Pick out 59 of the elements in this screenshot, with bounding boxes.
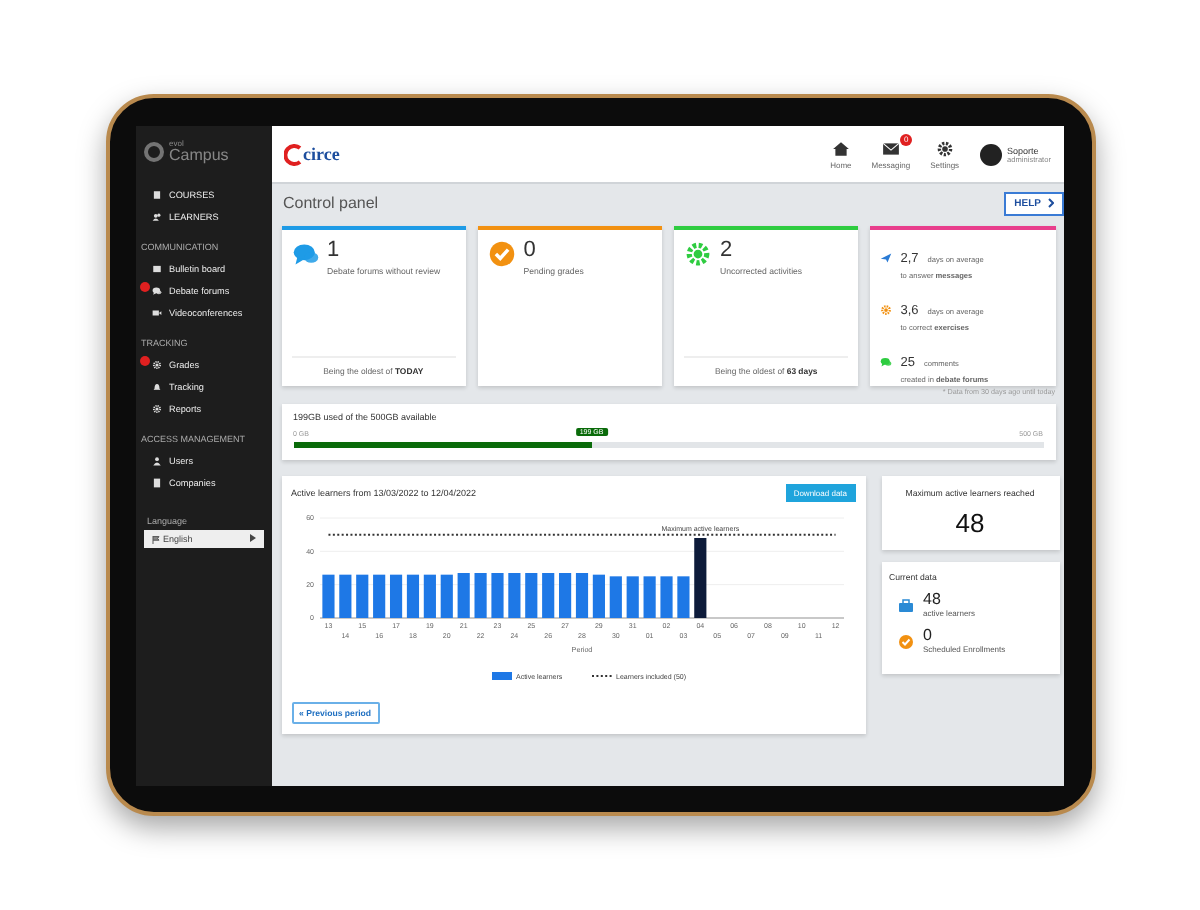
stat-value: 0	[523, 240, 538, 262]
chart-bar	[625, 576, 638, 618]
flag-icon	[151, 535, 159, 543]
chart-bar	[338, 574, 351, 618]
chart-bar	[422, 574, 435, 618]
stat-value: 1	[327, 240, 342, 262]
chart-bar	[676, 576, 689, 618]
doc-icon	[151, 478, 161, 488]
logo-icon	[283, 143, 301, 165]
chart-bar	[490, 573, 503, 618]
logo-icon	[143, 141, 163, 161]
board-icon	[151, 264, 161, 274]
gear-icon	[151, 360, 161, 370]
home-icon	[831, 139, 850, 157]
max-value: 48	[953, 508, 987, 538]
current-value: 48	[923, 592, 943, 608]
caret-icon	[249, 534, 255, 542]
chart-bar	[372, 574, 385, 618]
video-icon	[151, 308, 161, 318]
current-value: 0	[923, 628, 934, 644]
chat-icon	[151, 286, 161, 296]
plane-icon	[880, 252, 893, 264]
page-title: Control panel	[283, 194, 379, 212]
gear-icon	[684, 240, 712, 268]
gear-icon	[935, 139, 954, 157]
users-icon	[151, 212, 161, 222]
chart-bar	[541, 573, 554, 618]
chart-bar	[507, 573, 520, 618]
briefcase-icon	[897, 597, 913, 613]
book-icon	[151, 190, 161, 200]
bell-icon	[151, 382, 161, 392]
avatar-icon	[979, 143, 1002, 165]
chart-bar	[558, 573, 571, 618]
chart-bar	[405, 574, 419, 618]
logo-text: Campus	[169, 148, 229, 164]
check-icon	[897, 633, 913, 649]
chart-bar	[473, 573, 486, 618]
chart-bar	[355, 574, 368, 618]
chart-bar	[524, 573, 537, 618]
logo-text: circe	[303, 144, 340, 164]
gear-icon	[880, 304, 893, 316]
chevron-icon	[1047, 198, 1053, 208]
chart-bar	[693, 538, 706, 618]
chart-bar	[574, 573, 588, 618]
chart-bar	[591, 574, 604, 618]
check-icon	[487, 240, 516, 268]
gear-icon	[151, 404, 161, 414]
chat-icon	[880, 356, 893, 368]
chart-bar	[321, 574, 334, 618]
chart-bar	[456, 573, 469, 618]
chart-bar	[642, 576, 655, 618]
chart-bar	[389, 574, 402, 618]
chart-bar	[439, 574, 452, 618]
chat-icon	[291, 240, 319, 268]
mail-icon	[881, 139, 900, 157]
chart-bar	[608, 576, 621, 618]
user-icon	[151, 456, 161, 466]
stat-value: 2	[720, 240, 735, 262]
chart-bar	[659, 576, 672, 618]
